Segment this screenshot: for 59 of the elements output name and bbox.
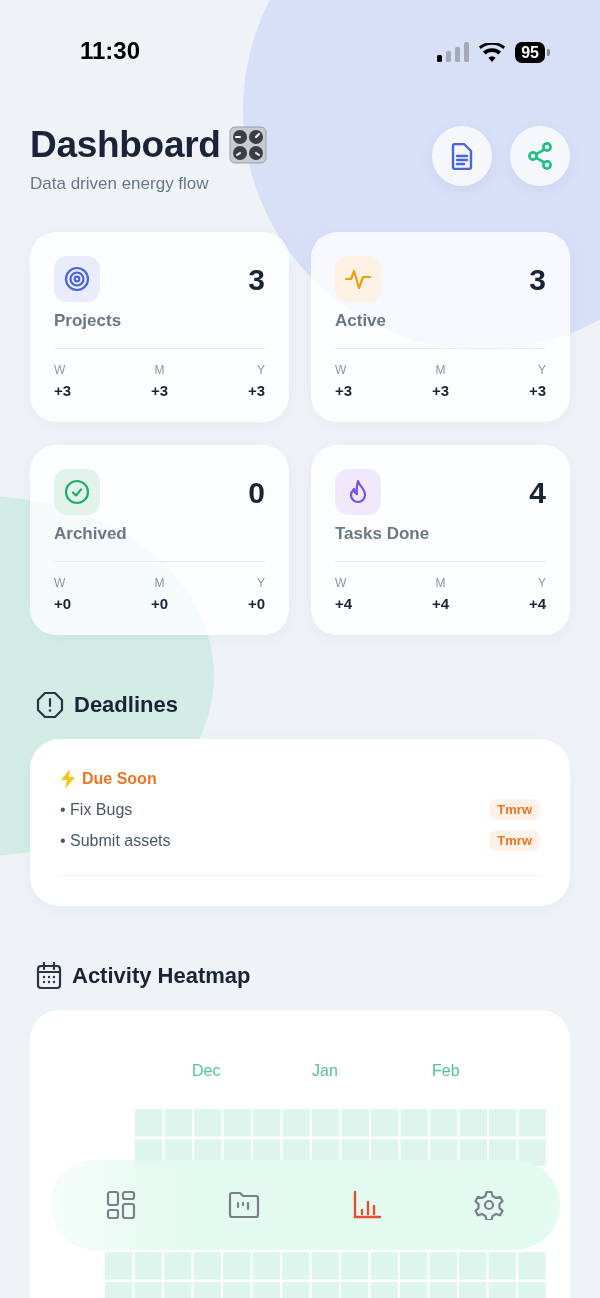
period-label: Y	[256, 363, 265, 377]
period-value: +3	[528, 382, 546, 399]
settings-icon	[474, 1190, 504, 1220]
period-label: M	[154, 363, 165, 377]
period-label: W	[54, 363, 66, 377]
signal-icon	[437, 42, 470, 62]
bar-chart-icon	[352, 1190, 382, 1220]
group-title: Due Soon	[82, 770, 157, 788]
status-time: 11:30	[80, 37, 141, 65]
period-value: +3	[247, 382, 265, 399]
period-label: W	[335, 576, 347, 590]
period-label: M	[154, 576, 165, 590]
share-icon	[527, 142, 553, 170]
alert-octagon-icon	[36, 691, 64, 719]
wifi-icon	[479, 42, 506, 62]
stat-label: Tasks Done	[335, 524, 431, 544]
period-label: Y	[537, 576, 546, 590]
deadline-item: • Fix Bugs	[60, 800, 133, 819]
period-label: M	[435, 363, 446, 377]
control-knobs-icon	[228, 126, 267, 164]
due-tag: Tmrw	[489, 799, 540, 820]
period-label: W	[54, 576, 66, 590]
check-circle-icon	[64, 479, 90, 505]
period-value: +4	[335, 595, 353, 612]
stat-value: 4	[529, 476, 546, 510]
due-tag: Tmrw	[489, 830, 540, 851]
stat-label: Projects	[54, 311, 123, 331]
period-value: +3	[335, 382, 353, 399]
stat-value: 3	[248, 263, 265, 297]
period-value: +3	[431, 382, 450, 399]
month-label: Jan	[312, 1062, 339, 1080]
period-label: W	[335, 363, 347, 377]
period-label: Y	[256, 576, 265, 590]
period-value: +0	[247, 595, 265, 612]
folder-icon	[228, 1191, 260, 1219]
grid-icon	[106, 1190, 136, 1220]
stat-value: 3	[529, 263, 546, 297]
stat-label: Active	[335, 311, 388, 331]
period-value: +0	[54, 595, 72, 612]
period-value: +3	[54, 382, 72, 399]
period-value: +4	[528, 595, 546, 612]
calendar-icon	[36, 962, 62, 990]
target-icon	[64, 266, 90, 292]
stat-value: 0	[248, 476, 265, 510]
section-title: Deadlines	[74, 692, 178, 718]
section-title: Activity Heatmap	[72, 963, 251, 989]
period-value: +0	[150, 595, 169, 612]
lightning-icon	[60, 769, 76, 789]
stat-label: Archived	[54, 524, 128, 544]
month-label: Feb	[432, 1062, 461, 1080]
deadline-item: • Submit assets	[60, 831, 171, 850]
page-title: Dashboard	[30, 124, 221, 166]
page-subtitle: Data driven energy flow	[30, 174, 210, 194]
period-value: +3	[150, 382, 169, 399]
period-value: +4	[431, 595, 450, 612]
month-label: Dec	[192, 1062, 222, 1080]
period-label: Y	[537, 363, 546, 377]
document-icon	[451, 142, 473, 170]
period-label: M	[435, 576, 446, 590]
